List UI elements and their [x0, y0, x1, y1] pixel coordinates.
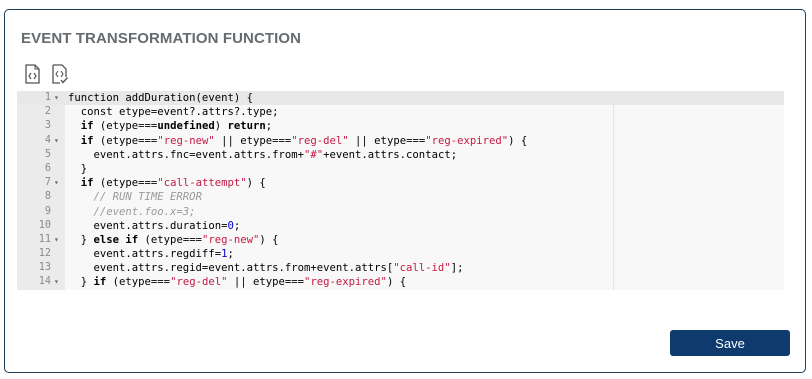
line-number: 3 [44, 120, 51, 132]
save-button[interactable]: Save [670, 330, 790, 356]
line-number: 5 [44, 148, 51, 160]
line-number: 9 [44, 205, 51, 217]
code-text: const etype=event?.attrs?.type; [68, 106, 279, 119]
code-line[interactable]: 14 ▾ } if (etype==="reg-del" || etype==="… [17, 275, 784, 289]
code-line[interactable]: 13 event.attrs.regid=event.attrs.from+ev… [17, 261, 784, 275]
code-line[interactable]: 3 if (etype===undefined) return; [17, 119, 784, 133]
editor-toolbar [24, 64, 68, 86]
code-text: event.attrs.fnc=event.attrs.from+"#"+eve… [68, 148, 458, 161]
line-number: 11 [38, 233, 51, 245]
code-line[interactable]: 10 event.attrs.duration=0; [17, 219, 784, 233]
code-text: } else if (etype==="reg-new") { [68, 233, 279, 246]
code-line[interactable]: 11 ▾ } else if (etype==="reg-new") { [17, 233, 784, 247]
code-editor[interactable]: 1 ▾ function addDuration(event) {2 const e… [17, 91, 784, 290]
code-line[interactable]: 12 event.attrs.regdiff=1; [17, 247, 784, 261]
code-line[interactable]: 1 ▾ function addDuration(event) { [17, 91, 784, 106]
code-line[interactable]: 8 // RUN TIME ERROR [17, 190, 784, 204]
code-line[interactable]: 6 } [17, 162, 784, 176]
code-line[interactable]: 5 event.attrs.fnc=event.attrs.from+"#"+e… [17, 148, 784, 162]
line-number: 10 [38, 219, 51, 231]
code-text: event.attrs.regid=event.attrs.from+event… [68, 262, 464, 275]
fold-toggle-icon[interactable]: ▾ [54, 233, 59, 247]
line-number: 7 [44, 177, 51, 189]
code-text: if (etype==="reg-new" || etype==="reg-de… [80, 134, 528, 147]
code-text: if (etype===undefined) return; [80, 120, 273, 133]
line-number: 1 [44, 92, 51, 103]
section-title: EVENT TRANSFORMATION FUNCTION [21, 30, 302, 47]
line-number: 8 [44, 191, 51, 203]
code-text: } if (etype==="reg-del" || etype==="reg-… [68, 276, 407, 289]
fold-toggle-icon[interactable]: ▾ [54, 176, 59, 190]
code-text: // RUN TIME ERROR [93, 191, 202, 204]
line-number: 4 [44, 134, 51, 146]
code-text: event.attrs.duration=0; [68, 219, 241, 232]
fold-toggle-icon[interactable]: ▾ [54, 134, 59, 148]
fold-toggle-icon[interactable]: ▾ [54, 275, 59, 289]
code-text: } [68, 162, 88, 175]
line-number: 6 [44, 162, 51, 174]
fold-toggle-icon[interactable]: ▾ [54, 91, 59, 105]
code-file-icon[interactable] [24, 64, 41, 84]
code-line[interactable]: 2 const etype=event?.attrs?.type; [17, 105, 784, 119]
line-number: 14 [38, 276, 51, 288]
line-number: 2 [44, 106, 51, 118]
code-text: //event.foo.x=3; [93, 205, 196, 218]
line-number: 12 [38, 248, 51, 260]
line-number: 13 [38, 262, 51, 274]
validate-code-icon[interactable] [51, 64, 68, 84]
code-text: if (etype==="call-attempt") { [80, 177, 266, 190]
code-text: function addDuration(event) { [68, 92, 253, 104]
code-text: event.attrs.regdiff=1; [68, 248, 234, 261]
code-line[interactable]: 4 ▾ if (etype==="reg-new" || etype==="reg… [17, 134, 784, 148]
code-line[interactable]: 9 //event.foo.x=3; [17, 205, 784, 219]
code-lines: 1 ▾ function addDuration(event) {2 const e… [17, 91, 784, 290]
code-line[interactable]: 7 ▾ if (etype==="call-attempt") { [17, 176, 784, 190]
